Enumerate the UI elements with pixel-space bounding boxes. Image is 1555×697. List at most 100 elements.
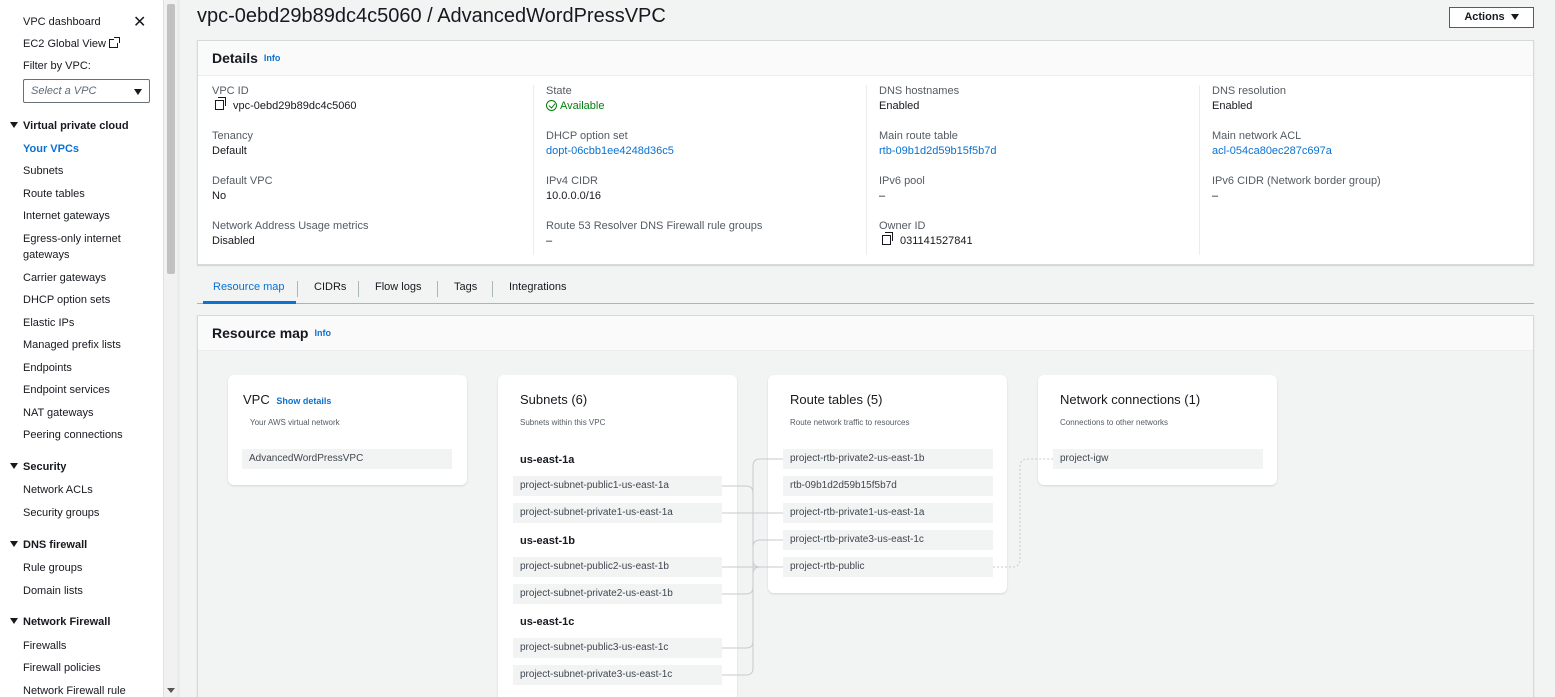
tab-bar: Resource map CIDRs Flow logs Tags Integr… — [197, 274, 1534, 304]
field-value: 10.0.0.0/16 — [546, 190, 602, 202]
close-icon[interactable]: ✕ — [133, 15, 147, 31]
details-panel: Details Info VPC ID vpc-0ebd29b89dc4c5060 … — [197, 40, 1534, 265]
sidebar-item-managed-prefix-lists[interactable]: Managed prefix lists — [23, 339, 121, 351]
details-info-link[interactable]: Info — [264, 53, 281, 63]
field-value: Enabled — [879, 100, 920, 112]
sidebar-item-ec2-global-view[interactable]: EC2 Global View — [23, 37, 120, 50]
sidebar-item-carrier-gateways[interactable]: Carrier gateways — [23, 272, 106, 284]
details-title: Details Info — [212, 50, 280, 66]
sidebar-item-endpoint-services[interactable]: Endpoint services — [23, 384, 110, 396]
section-security[interactable]: Security — [10, 461, 66, 473]
copy-icon[interactable] — [215, 97, 226, 110]
section-network-firewall[interactable]: Network Firewall — [10, 616, 110, 628]
sidebar-item-label: EC2 Global View — [23, 38, 106, 50]
tab-divider — [492, 281, 493, 297]
field-main-route-table: Main route table rtb-09b1d2d59b15f5b7d — [879, 130, 996, 157]
sidebar-item-firewalls[interactable]: Firewalls — [23, 640, 66, 652]
caret-down-icon — [10, 122, 18, 128]
main-network-acl-link[interactable]: acl-054ca80ec287c697a — [1212, 145, 1332, 157]
caret-down-icon — [10, 541, 18, 547]
field-route53-firewall: Route 53 Resolver DNS Firewall rule grou… — [546, 220, 762, 247]
field-value: Available — [560, 100, 605, 112]
sidebar-item-route-tables[interactable]: Route tables — [23, 188, 85, 200]
sidebar-item-peering-connections[interactable]: Peering connections — [23, 429, 123, 441]
resource-map-canvas: VPC Show details Your AWS virtual networ… — [198, 351, 1533, 697]
details-header: Details Info — [198, 41, 1533, 76]
field-value: Default — [212, 145, 247, 157]
connector-line — [993, 458, 1053, 568]
dhcp-option-set-link[interactable]: dopt-06cbb1ee4248d36c5 — [546, 145, 674, 157]
sidebar-item-elastic-ips[interactable]: Elastic IPs — [23, 317, 74, 329]
tab-resource-map[interactable]: Resource map — [213, 281, 285, 293]
field-label: Main route table — [879, 130, 958, 142]
tab-divider — [358, 281, 359, 297]
sidebar: VPC dashboard ✕ EC2 Global View Filter b… — [0, 0, 163, 697]
field-label: DNS hostnames — [879, 85, 960, 97]
field-value: Disabled — [212, 235, 255, 247]
field-label: Route 53 Resolver DNS Firewall rule grou… — [546, 220, 763, 232]
field-label: DNS resolution — [1212, 85, 1286, 97]
vpc-console: VPC dashboard ✕ EC2 Global View Filter b… — [0, 0, 1555, 697]
field-value: – — [879, 190, 886, 202]
scrollbar-thumb[interactable] — [167, 4, 175, 274]
caret-down-icon — [10, 618, 18, 624]
connector-line — [722, 566, 761, 649]
sidebar-item-your-vpcs[interactable]: Your VPCs — [23, 143, 79, 155]
actions-button[interactable]: Actions — [1449, 7, 1534, 28]
field-value: vpc-0ebd29b89dc4c5060 — [233, 100, 357, 112]
sidebar-item-network-acls[interactable]: Network ACLs — [23, 484, 93, 496]
field-label: Tenancy — [212, 130, 253, 142]
sidebar-item-vpc-dashboard[interactable]: VPC dashboard — [23, 16, 101, 28]
sidebar-item-nat-gateways[interactable]: NAT gateways — [23, 407, 94, 419]
sidebar-item-security-groups[interactable]: Security groups — [23, 507, 99, 519]
field-state: State Available — [546, 85, 604, 112]
sidebar-item-domain-lists[interactable]: Domain lists — [23, 585, 83, 597]
field-label: Main network ACL — [1212, 130, 1302, 142]
field-nau-metrics: Network Address Usage metrics Disabled — [212, 220, 369, 247]
section-virtual-private-cloud[interactable]: Virtual private cloud — [10, 120, 129, 132]
sidebar-divider — [177, 0, 180, 697]
tab-tags[interactable]: Tags — [454, 281, 477, 293]
resource-map-info-link[interactable]: Info — [314, 328, 331, 338]
active-tab-indicator — [203, 301, 296, 304]
sidebar-item-internet-gateways[interactable]: Internet gateways — [23, 210, 110, 222]
tab-flow-logs[interactable]: Flow logs — [375, 281, 421, 293]
tab-cidrs[interactable]: CIDRs — [314, 281, 346, 293]
field-value: 031141527841 — [900, 235, 973, 247]
field-value: Enabled — [1212, 100, 1253, 112]
sidebar-item-subnets[interactable]: Subnets — [23, 165, 63, 177]
field-ipv6-pool: IPv6 pool – — [879, 175, 925, 202]
resource-map-panel: Resource map Info VPC Show details Your A… — [197, 315, 1534, 697]
details-title-text: Details — [212, 50, 258, 66]
filter-label: Filter by VPC: — [23, 60, 91, 72]
field-value: No — [212, 190, 227, 202]
field-label: IPv4 CIDR — [546, 175, 598, 187]
main-route-table-link[interactable]: rtb-09b1d2d59b15f5b7d — [879, 145, 996, 157]
sidebar-item-firewall-policies[interactable]: Firewall policies — [23, 662, 101, 674]
sidebar-item-network-firewall-rule[interactable]: Network Firewall rule — [23, 685, 126, 697]
vpc-filter-select[interactable]: Select a VPC — [23, 79, 150, 103]
tab-divider — [437, 281, 438, 297]
column-divider — [1199, 85, 1200, 255]
success-check-icon — [546, 100, 557, 111]
sidebar-scrollbar[interactable] — [163, 0, 177, 697]
field-label: Default VPC — [212, 175, 273, 187]
field-label: IPv6 pool — [879, 175, 925, 187]
tab-integrations[interactable]: Integrations — [509, 281, 566, 293]
section-title: DNS firewall — [23, 539, 88, 551]
connector-line — [722, 539, 783, 676]
field-dns-hostnames: DNS hostnames Enabled — [879, 85, 959, 112]
field-dhcp-option-set: DHCP option set dopt-06cbb1ee4248d36c5 — [546, 130, 674, 157]
scroll-down-icon[interactable] — [167, 688, 175, 693]
section-dns-firewall[interactable]: DNS firewall — [10, 539, 87, 551]
field-ipv4-cidr: IPv4 CIDR 10.0.0.0/16 — [546, 175, 601, 202]
sidebar-item-egress-only-gateways[interactable]: Egress-only internet gateways — [23, 233, 121, 265]
sidebar-item-rule-groups[interactable]: Rule groups — [23, 562, 82, 574]
sidebar-item-endpoints[interactable]: Endpoints — [23, 362, 72, 374]
field-label: VPC ID — [212, 85, 249, 97]
sidebar-item-dhcp-option-sets[interactable]: DHCP option sets — [23, 294, 110, 306]
copy-icon[interactable] — [882, 232, 893, 245]
section-title: Network Firewall — [23, 616, 111, 628]
field-main-network-acl: Main network ACL acl-054ca80ec287c697a — [1212, 130, 1332, 157]
field-label: Network Address Usage metrics — [212, 220, 369, 232]
